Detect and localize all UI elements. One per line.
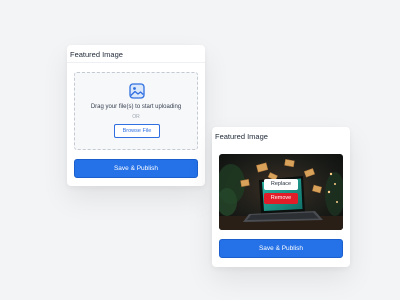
or-divider-text: OR — [132, 114, 140, 120]
file-dropzone[interactable]: Drag your file(s) to start uploading OR … — [74, 72, 198, 150]
upload-card: Featured Image Drag your file(s) to star… — [67, 45, 205, 186]
image-upload-icon — [129, 83, 145, 99]
laptop-with-envelopes-image — [219, 154, 343, 230]
replace-image-button[interactable]: Replace — [264, 179, 298, 190]
dropzone-instructions: Drag your file(s) to start uploading — [90, 104, 182, 110]
card-title: Featured Image — [215, 132, 268, 141]
browse-file-button[interactable]: Browse File — [114, 124, 160, 138]
remove-image-button[interactable]: Remove — [264, 193, 298, 204]
save-publish-button[interactable]: Save & Publish — [219, 239, 343, 258]
card-title: Featured Image — [67, 45, 205, 63]
preview-card: Featured Image Replace Remove Save & Pub… — [212, 127, 350, 267]
featured-image-preview[interactable]: Replace Remove — [219, 154, 343, 230]
save-publish-button[interactable]: Save & Publish — [74, 159, 198, 178]
